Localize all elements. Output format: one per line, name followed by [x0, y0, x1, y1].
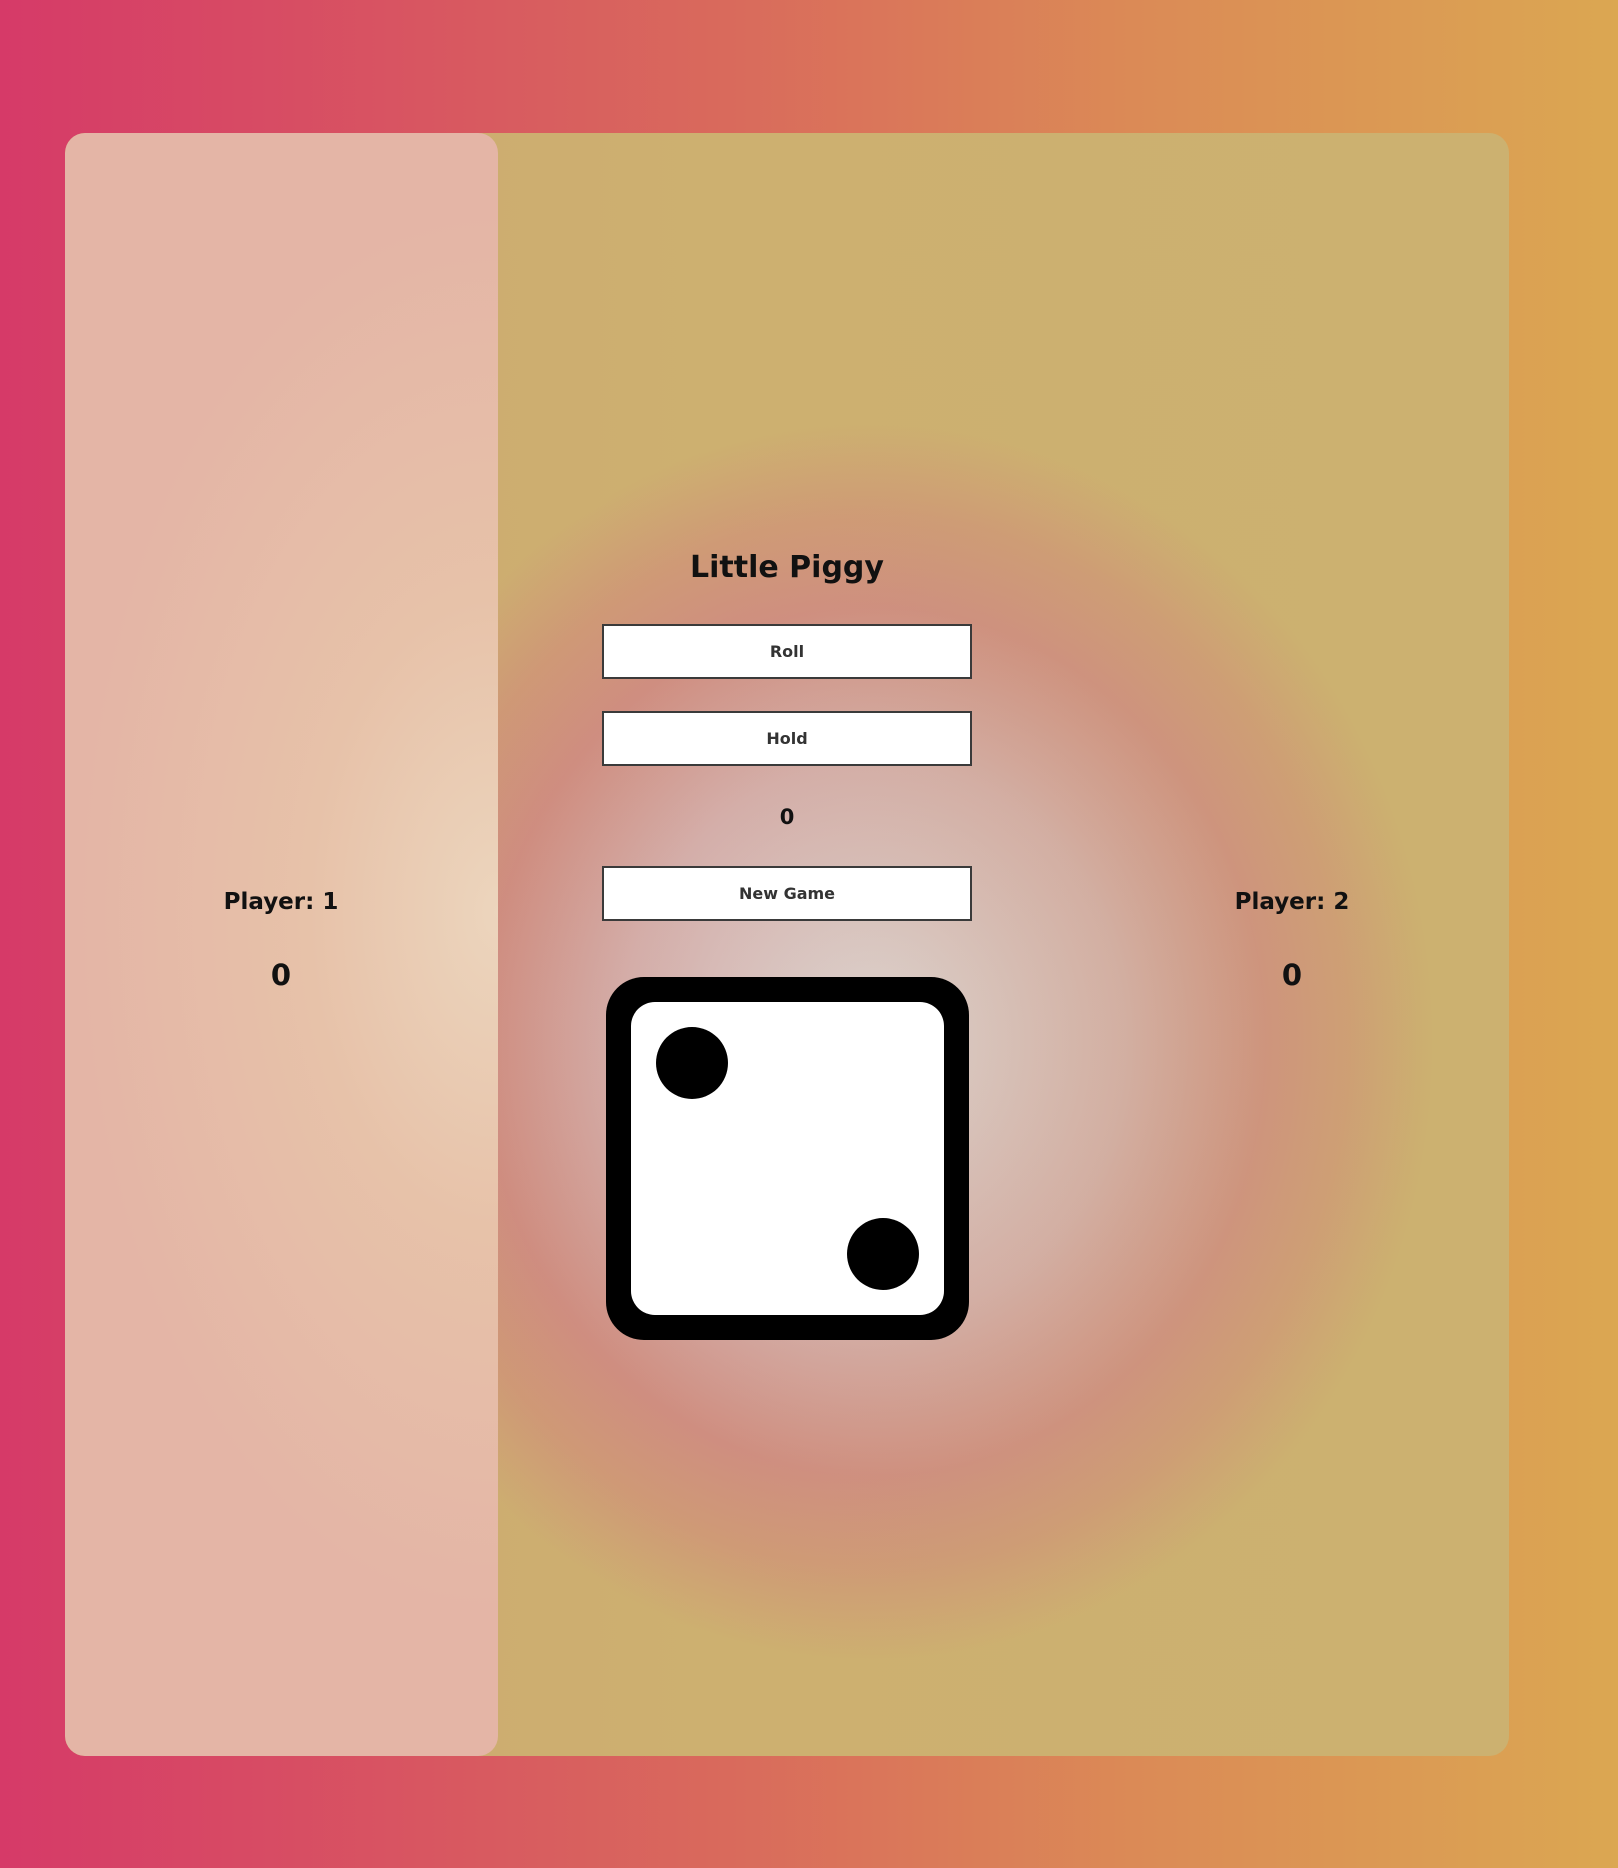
die-pip-bottom-right — [847, 1218, 919, 1290]
roll-button[interactable]: Roll — [602, 624, 972, 679]
turn-score: 0 — [779, 805, 795, 829]
game-board: Player: 1 0 Little Piggy Roll Hold 0 New… — [65, 133, 1509, 1756]
player-2-score: 0 — [1281, 958, 1303, 992]
new-game-button[interactable]: New Game — [602, 866, 972, 921]
player-1-score: 0 — [270, 958, 292, 992]
die-pip-top-left — [656, 1027, 728, 1099]
game-title: Little Piggy — [690, 550, 884, 585]
die-face-two-icon[interactable] — [606, 977, 969, 1340]
hold-button[interactable]: Hold — [602, 711, 972, 766]
player-2-section: Player: 2 0 — [1142, 887, 1442, 992]
player-1-section: Player: 1 0 — [131, 887, 431, 992]
player-1-name: Player: 1 — [223, 889, 339, 915]
player-2-name: Player: 2 — [1234, 889, 1350, 915]
